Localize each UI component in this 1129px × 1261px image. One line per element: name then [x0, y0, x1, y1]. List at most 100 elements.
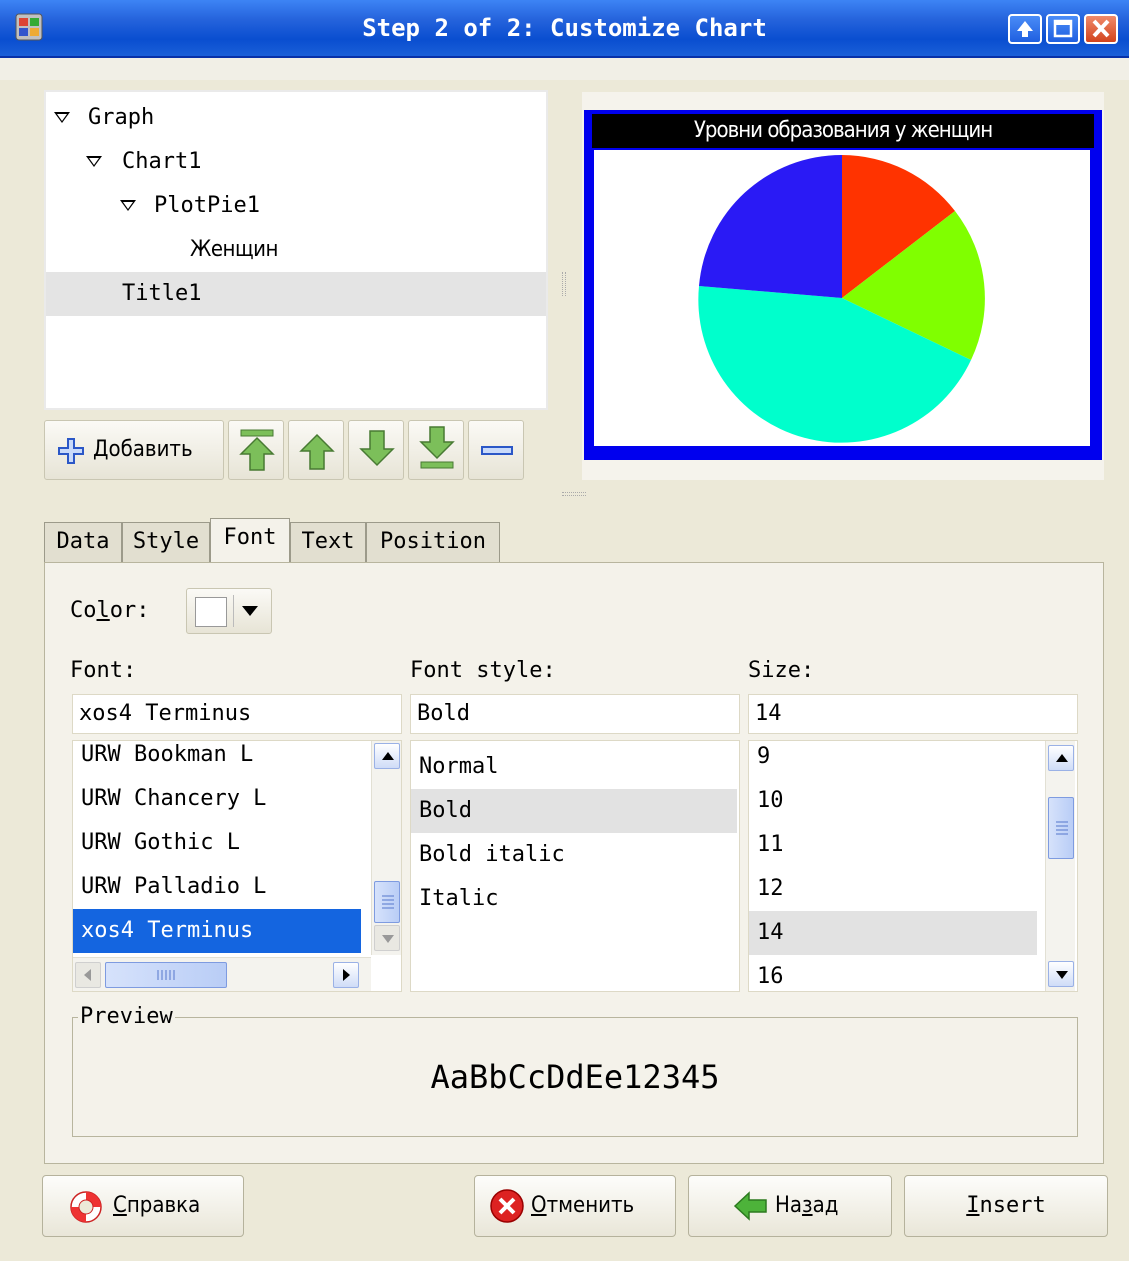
scroll-thumb[interactable] — [374, 881, 400, 923]
grip-icon — [157, 970, 175, 980]
font-list-vscrollbar[interactable] — [371, 741, 401, 955]
tree-item-label: Title1 — [122, 281, 202, 306]
tab-position[interactable]: Position — [366, 522, 500, 562]
font-list[interactable]: URW Bookman L URW Chancery L URW Gothic … — [72, 740, 402, 992]
mnemonic: з — [802, 1193, 813, 1218]
lifebuoy-icon — [70, 1191, 102, 1223]
remove-button[interactable] — [468, 420, 524, 480]
help-button-label: Справка — [113, 1176, 200, 1236]
list-item[interactable]: 11 — [749, 823, 1039, 867]
scroll-up-button[interactable] — [1048, 745, 1074, 771]
tree-item-chart1[interactable]: Chart1 — [46, 140, 546, 184]
vertical-splitter-grip[interactable] — [562, 272, 566, 296]
tab-font[interactable]: Font — [210, 518, 290, 564]
list-item[interactable]: Italic — [411, 877, 737, 921]
list-item[interactable]: 10 — [749, 779, 1039, 823]
hscroll-thumb[interactable] — [105, 962, 227, 988]
chart-element-tree[interactable]: Graph Chart1 PlotPie1 Женщин Title1 — [44, 90, 548, 410]
size-list-vscrollbar[interactable] — [1045, 741, 1075, 991]
arrow-down-icon — [382, 935, 394, 943]
arrow-left-icon — [84, 969, 91, 981]
dropdown-arrow-icon — [242, 606, 258, 616]
scroll-down-button[interactable] — [1048, 961, 1074, 987]
scroll-right-button[interactable] — [333, 962, 359, 988]
chart-plot-area — [594, 150, 1090, 446]
mnemonic: О — [531, 1193, 547, 1218]
scroll-down-button[interactable] — [374, 925, 400, 951]
scroll-left-button[interactable] — [75, 962, 101, 988]
font-style-list[interactable]: Normal Bold Bold italic Italic — [410, 740, 740, 992]
list-item[interactable]: URW Gothic L — [73, 821, 363, 865]
chart-preview: Уровни образования у женщин — [584, 110, 1102, 460]
tree-item-title1[interactable]: Title1 — [46, 272, 546, 316]
list-item-selected[interactable]: 14 — [749, 911, 1037, 955]
font-style-input[interactable]: Bold — [410, 694, 740, 734]
font-list-hscrollbar[interactable] — [73, 957, 371, 991]
add-button-label: Добавить — [93, 421, 193, 479]
tab-style[interactable]: Style — [122, 522, 210, 562]
font-size-list[interactable]: 9 10 11 12 14 16 — [748, 740, 1078, 992]
size-label: Size: — [748, 658, 815, 683]
list-item[interactable]: URW Chancery L — [73, 777, 363, 821]
list-item-selected[interactable]: Bold — [411, 789, 737, 833]
help-button[interactable]: Справка — [42, 1175, 244, 1237]
tree-item-graph[interactable]: Graph — [46, 96, 546, 140]
arrow-up-icon — [1017, 21, 1033, 37]
font-preview-text: AaBbCcDdEe12345 — [430, 1058, 720, 1096]
color-swatch — [195, 597, 227, 627]
font-preview-label: Preview — [78, 1004, 175, 1029]
font-style-label: Font style: — [410, 658, 556, 683]
cancel-button[interactable]: Отменить — [474, 1175, 676, 1237]
list-item[interactable]: 12 — [749, 867, 1039, 911]
chart-title: Уровни образования у женщин — [592, 114, 1094, 148]
font-size-input[interactable]: 14 — [748, 694, 1078, 734]
mnemonic: С — [113, 1193, 127, 1218]
expander-icon[interactable] — [86, 156, 102, 167]
color-picker-button[interactable] — [186, 588, 272, 634]
maximize-button[interactable] — [1046, 14, 1080, 44]
font-label: Font: — [70, 658, 137, 683]
expander-icon[interactable] — [120, 200, 136, 211]
scroll-up-button[interactable] — [374, 743, 400, 769]
list-item[interactable]: 16 — [749, 955, 1039, 991]
move-to-top-button[interactable] — [228, 420, 284, 480]
list-item[interactable]: Bold italic — [411, 833, 737, 877]
list-item[interactable]: URW Palladio L — [73, 865, 363, 909]
tree-item-label: Graph — [88, 105, 155, 130]
font-name-input[interactable]: xos4 Terminus — [72, 694, 402, 734]
list-item[interactable]: Normal — [411, 745, 737, 789]
cancel-button-label: Отменить — [531, 1176, 634, 1236]
move-up-button[interactable] — [288, 420, 344, 480]
back-button[interactable]: Назад — [688, 1175, 892, 1237]
add-button[interactable]: Добавить — [44, 420, 224, 480]
expander-icon[interactable] — [54, 112, 70, 123]
arrow-up-icon — [1056, 754, 1068, 762]
restore-button[interactable] — [1008, 14, 1042, 44]
scroll-thumb[interactable] — [1048, 797, 1074, 859]
close-window-button[interactable] — [1084, 14, 1118, 44]
tree-item-series[interactable]: Женщин — [46, 228, 546, 272]
move-top-icon — [239, 429, 275, 471]
label-part: тменить — [546, 1193, 635, 1218]
horizontal-splitter-grip[interactable] — [562, 492, 586, 496]
pie-slice-4 — [699, 154, 842, 298]
plus-icon — [58, 438, 84, 464]
label-part: правка — [126, 1193, 201, 1218]
move-to-bottom-button[interactable] — [408, 420, 464, 480]
divider — [233, 595, 234, 627]
color-label: Color: — [70, 598, 150, 623]
list-item[interactable]: URW Bookman L — [73, 741, 363, 777]
list-item-selected[interactable]: xos4 Terminus — [73, 909, 361, 953]
tab-data[interactable]: Data — [44, 522, 122, 562]
label-part: nsert — [979, 1193, 1046, 1218]
list-item[interactable]: 9 — [749, 741, 1039, 779]
tree-item-plotpie1[interactable]: PlotPie1 — [46, 184, 546, 228]
label-part: ад — [812, 1193, 839, 1218]
arrow-up-icon — [382, 752, 394, 760]
insert-button[interactable]: Insert — [904, 1175, 1108, 1237]
add-label-rest: обавить — [108, 437, 193, 462]
color-label-part: Co — [70, 598, 97, 623]
color-label-part: or: — [109, 598, 150, 623]
move-down-button[interactable] — [348, 420, 404, 480]
tab-text[interactable]: Text — [290, 522, 366, 562]
